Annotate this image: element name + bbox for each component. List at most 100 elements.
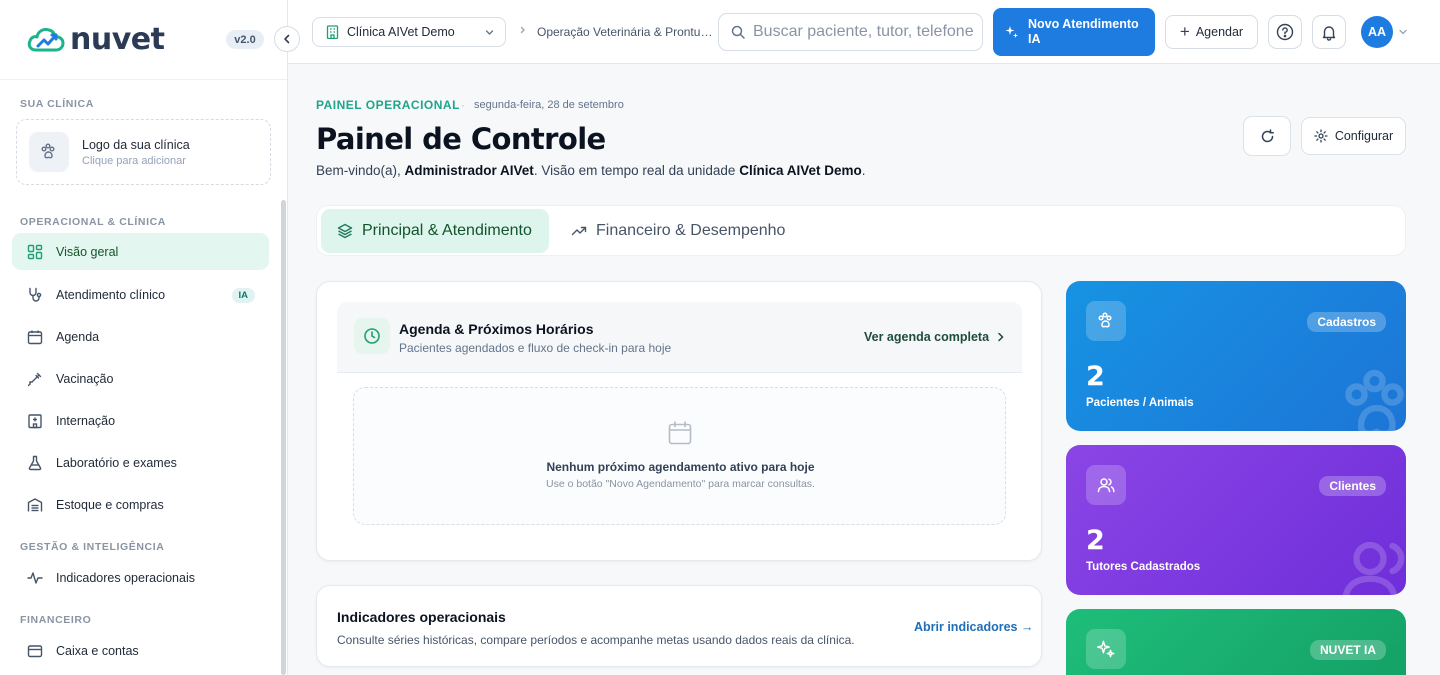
new-attendance-button[interactable]: Novo Atendimento IA bbox=[993, 8, 1155, 56]
gear-icon bbox=[1314, 129, 1335, 143]
configure-button[interactable]: Configurar bbox=[1301, 117, 1406, 155]
sidebar-item-visao-geral[interactable]: Visão geral bbox=[12, 233, 269, 270]
search-input[interactable] bbox=[753, 23, 981, 41]
chevron-right-icon bbox=[989, 332, 1005, 342]
notifications-button[interactable] bbox=[1312, 15, 1346, 49]
warehouse-icon bbox=[26, 496, 44, 514]
paw-icon bbox=[29, 132, 69, 172]
agenda-card: Agenda & Próximos Horários Pacientes age… bbox=[316, 281, 1042, 561]
layers-icon bbox=[337, 223, 362, 239]
clinic-select-value: Clínica AIVet Demo bbox=[347, 25, 455, 39]
chevron-right-icon bbox=[518, 25, 528, 35]
bell-icon bbox=[1321, 24, 1337, 41]
sidebar-item-vacinacao[interactable]: Vacinação bbox=[12, 360, 269, 397]
stat-value: 2 bbox=[1086, 525, 1105, 556]
stat-card-pacientes[interactable]: Cadastros 2 Pacientes / Animais bbox=[1066, 281, 1406, 431]
version-badge: v2.0 bbox=[226, 30, 264, 49]
stat-card-tutores[interactable]: Clientes 2 Tutores Cadastrados bbox=[1066, 445, 1406, 595]
welcome-text: Bem-vindo(a), Administrador AIVet. Visão… bbox=[316, 163, 866, 178]
search-box[interactable] bbox=[718, 13, 983, 51]
tab-principal[interactable]: Principal & Atendimento bbox=[321, 209, 549, 253]
agenda-title: Agenda & Próximos Horários bbox=[399, 321, 594, 337]
brand-name: nuvet bbox=[70, 22, 165, 57]
page-title: Painel de Controle bbox=[316, 122, 606, 156]
view-full-agenda-link[interactable]: Ver agenda completa bbox=[864, 330, 1005, 344]
sidebar-item-internacao[interactable]: Internação bbox=[12, 402, 269, 439]
clinic-logo-upload[interactable]: Logo da sua clínica Clique para adiciona… bbox=[16, 119, 271, 185]
agenda-card-header: Agenda & Próximos Horários Pacientes age… bbox=[337, 302, 1022, 373]
section-label-clinic: SUA CLÍNICA bbox=[20, 98, 94, 110]
avatar[interactable]: AA bbox=[1361, 16, 1393, 48]
grid-icon bbox=[26, 243, 44, 261]
sidebar-item-estoque[interactable]: Estoque e compras bbox=[12, 486, 269, 523]
tab-financeiro[interactable]: Financeiro & Desempenho bbox=[555, 209, 801, 253]
stat-tag: Clientes bbox=[1319, 476, 1386, 496]
sidebar-item-agenda[interactable]: Agenda bbox=[12, 318, 269, 355]
dashboard-tabs: Principal & Atendimento Financeiro & Des… bbox=[316, 205, 1406, 256]
sidebar-item-indicadores[interactable]: Indicadores operacionais bbox=[12, 559, 269, 596]
stat-label: Pacientes / Animais bbox=[1086, 397, 1194, 409]
chevron-left-icon bbox=[281, 33, 293, 45]
link-label: Ver agenda completa bbox=[864, 330, 990, 344]
tab-label: Financeiro & Desempenho bbox=[596, 222, 786, 239]
refresh-button[interactable] bbox=[1243, 116, 1291, 156]
calendar-icon bbox=[26, 328, 44, 346]
building-icon bbox=[326, 25, 339, 39]
sidebar-item-caixa[interactable]: Caixa e contas bbox=[12, 632, 269, 669]
sparkles-icon bbox=[1005, 25, 1019, 39]
open-indicators-link[interactable]: Abrir indicadores → bbox=[914, 620, 1033, 634]
indicators-subtitle: Consulte séries históricas, compare perí… bbox=[337, 633, 855, 647]
tab-label: Principal & Atendimento bbox=[362, 222, 532, 239]
indicators-card: Indicadores operacionais Consulte séries… bbox=[316, 585, 1042, 667]
sparkles-icon bbox=[1086, 629, 1126, 669]
unit-name: Clínica AIVet Demo bbox=[739, 163, 862, 178]
chevron-down-icon[interactable] bbox=[1398, 27, 1408, 37]
stat-card-nuvet-ia[interactable]: NUVET IA bbox=[1066, 609, 1406, 675]
sidebar-item-label: Laboratório e exames bbox=[56, 455, 177, 470]
sidebar-item-label: Agenda bbox=[56, 329, 100, 344]
plus-icon: + bbox=[1179, 22, 1190, 41]
trending-up-icon bbox=[571, 223, 596, 239]
users-icon bbox=[1334, 527, 1406, 595]
sidebar-item-label: Caixa e contas bbox=[56, 643, 139, 658]
agenda-subtitle: Pacientes agendados e fluxo de check-in … bbox=[399, 341, 672, 355]
paw-icon bbox=[1334, 363, 1406, 431]
users-icon bbox=[1086, 465, 1126, 505]
breadcrumb[interactable]: Operação Veterinária & Prontuários bbox=[537, 25, 717, 39]
configure-label: Configurar bbox=[1334, 129, 1394, 143]
current-date: segunda-feira, 28 de setembro bbox=[474, 99, 624, 111]
flask-icon bbox=[26, 454, 44, 472]
collapse-sidebar-button[interactable] bbox=[274, 26, 300, 52]
activity-icon bbox=[26, 569, 44, 587]
stat-label: Tutores Cadastrados bbox=[1086, 561, 1201, 573]
stat-value: 2 bbox=[1086, 361, 1105, 392]
sidebar-item-label: Indicadores operacionais bbox=[56, 570, 195, 585]
clinic-select[interactable]: Clínica AIVet Demo bbox=[312, 17, 506, 47]
refresh-icon bbox=[1260, 128, 1275, 144]
schedule-button[interactable]: + Agendar bbox=[1165, 15, 1258, 49]
section-label-gestao: GESTÃO & INTELIGÊNCIA bbox=[20, 541, 165, 553]
sidebar-item-label: Estoque e compras bbox=[56, 497, 164, 512]
paw-icon bbox=[1086, 301, 1126, 341]
sidebar-item-laboratorio[interactable]: Laboratório e exames bbox=[12, 444, 269, 481]
clock-icon bbox=[354, 318, 390, 354]
sidebar-scrollbar[interactable] bbox=[281, 200, 286, 675]
help-button[interactable] bbox=[1268, 15, 1302, 49]
empty-state-title: Nenhum próximo agendamento ativo para ho… bbox=[546, 460, 815, 474]
empty-state-subtitle: Use o botão "Novo Agendamento" para marc… bbox=[546, 478, 815, 490]
ia-badge: IA bbox=[231, 288, 255, 303]
schedule-label: Agendar bbox=[1195, 25, 1244, 39]
sidebar-item-label: Internação bbox=[56, 413, 116, 428]
sidebar: nuvet v2.0 SUA CLÍNICA Logo da sua clíni… bbox=[0, 0, 300, 675]
sidebar-item-label: Atendimento clínico bbox=[56, 287, 166, 302]
stethoscope-icon bbox=[26, 286, 44, 304]
wallet-icon bbox=[26, 642, 44, 660]
brand: nuvet v2.0 bbox=[0, 0, 287, 80]
empty-state: Nenhum próximo agendamento ativo para ho… bbox=[353, 387, 1006, 525]
stat-tag: NUVET IA bbox=[1309, 640, 1386, 660]
separator-dot: · bbox=[461, 98, 465, 112]
eyebrow-label: PAINEL OPERACIONAL bbox=[316, 98, 460, 112]
section-label-financeiro: FINANCEIRO bbox=[20, 614, 92, 626]
sidebar-item-atendimento[interactable]: Atendimento clínico IA bbox=[12, 276, 269, 313]
calendar-icon bbox=[667, 420, 693, 446]
